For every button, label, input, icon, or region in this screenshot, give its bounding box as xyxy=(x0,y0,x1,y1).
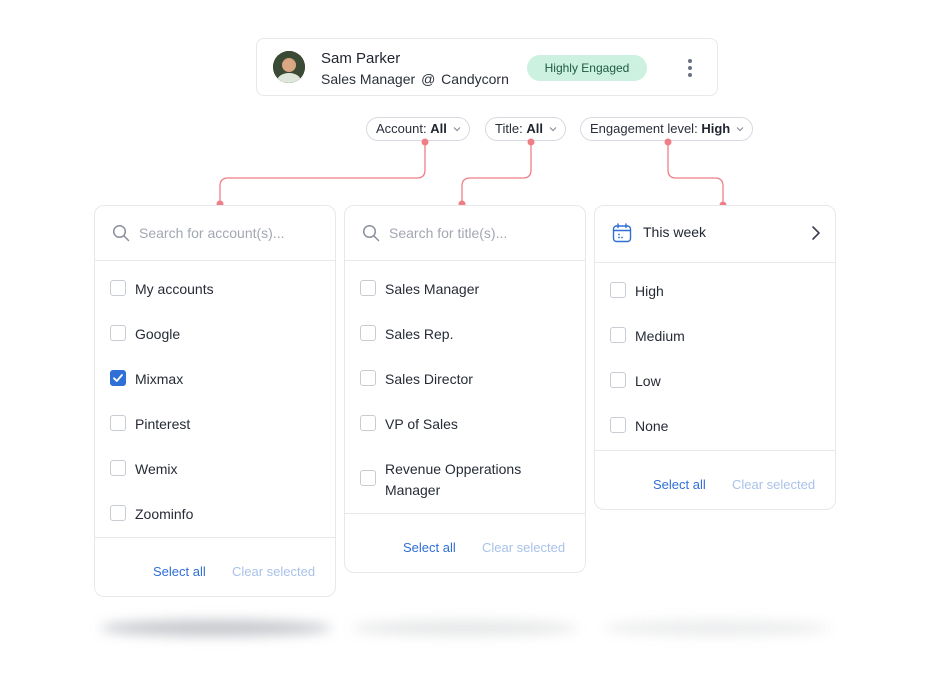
panel-shadow xyxy=(100,620,332,636)
item-label: Mixmax xyxy=(135,371,184,387)
list-item[interactable]: Low xyxy=(595,362,835,407)
item-label: Zoominfo xyxy=(135,506,194,522)
contact-name: Sam Parker xyxy=(321,50,401,67)
checkbox[interactable] xyxy=(110,325,126,341)
list-item[interactable]: High xyxy=(595,272,835,317)
checkbox[interactable] xyxy=(360,280,376,296)
list-item[interactable]: Sales Manager xyxy=(345,270,585,315)
account-search-input[interactable] xyxy=(139,220,319,246)
select-all-link[interactable]: Select all xyxy=(403,540,456,555)
panel-footer: Select all Clear selected xyxy=(595,450,835,509)
account-list: My accounts Google Mixmax Pinterest Wemi… xyxy=(95,261,335,540)
clear-selected-link[interactable]: Clear selected xyxy=(482,540,565,555)
chip-value: All xyxy=(526,121,543,136)
account-filter-chip[interactable]: Account: All xyxy=(366,117,470,141)
check-icon xyxy=(113,374,123,382)
search-icon xyxy=(112,224,130,242)
panel-footer: Select all Clear selected xyxy=(345,513,585,572)
list-item[interactable]: Wemix xyxy=(95,450,335,495)
item-label: Google xyxy=(135,326,181,342)
checkbox[interactable] xyxy=(110,280,126,296)
checkbox-checked[interactable] xyxy=(110,370,126,386)
calendar-icon xyxy=(612,223,632,243)
checkbox[interactable] xyxy=(610,417,626,433)
item-label: None xyxy=(635,418,669,434)
list-item[interactable]: Revenue Opperations Manager xyxy=(345,450,585,513)
avatar-image xyxy=(273,51,305,83)
engagement-badge: Highly Engaged xyxy=(527,55,647,81)
item-label: Sales Rep. xyxy=(385,326,454,342)
list-item[interactable]: Mixmax xyxy=(95,360,335,405)
checkbox[interactable] xyxy=(610,282,626,298)
role-title: Sales Manager xyxy=(321,71,416,87)
item-label: Pinterest xyxy=(135,416,191,432)
list-item[interactable]: Google xyxy=(95,315,335,360)
chip-label: Engagement level: xyxy=(590,121,698,136)
checkbox[interactable] xyxy=(360,325,376,341)
account-search-bar xyxy=(95,206,335,261)
item-label: Sales Director xyxy=(385,371,473,387)
checkbox[interactable] xyxy=(360,370,376,386)
checkbox[interactable] xyxy=(610,372,626,388)
chip-value: All xyxy=(430,121,447,136)
item-label: Medium xyxy=(635,328,685,344)
checkbox[interactable] xyxy=(110,460,126,476)
chevron-down-icon xyxy=(736,127,744,132)
list-item[interactable]: VP of Sales xyxy=(345,405,585,450)
list-item[interactable]: Sales Rep. xyxy=(345,315,585,360)
clear-selected-link[interactable]: Clear selected xyxy=(732,477,815,492)
engagement-filter-chip[interactable]: Engagement level: High xyxy=(580,117,754,141)
checkbox[interactable] xyxy=(110,415,126,431)
chip-label: Title: xyxy=(495,121,523,136)
list-item[interactable]: Zoominfo xyxy=(95,495,335,540)
engagement-filter-panel: This week High Medium Low None Select al… xyxy=(594,205,836,510)
engagement-list: High Medium Low None xyxy=(595,263,835,452)
company-name: Candycorn xyxy=(441,71,509,87)
checkbox[interactable] xyxy=(110,505,126,521)
chevron-down-icon xyxy=(453,127,461,132)
list-item[interactable]: None xyxy=(595,407,835,452)
chevron-right-icon[interactable] xyxy=(811,225,821,241)
list-item[interactable]: Pinterest xyxy=(95,405,335,450)
list-item[interactable]: My accounts xyxy=(95,270,335,315)
checkbox[interactable] xyxy=(360,415,376,431)
select-all-link[interactable]: Select all xyxy=(153,564,206,579)
item-label: Revenue Opperations Manager xyxy=(385,461,522,498)
chevron-down-icon xyxy=(549,127,557,132)
clear-selected-link[interactable]: Clear selected xyxy=(232,564,315,579)
item-label: Wemix xyxy=(135,461,178,477)
more-options-icon[interactable] xyxy=(683,57,697,79)
title-filter-panel: Sales Manager Sales Rep. Sales Director … xyxy=(344,205,586,573)
item-label: My accounts xyxy=(135,281,214,297)
search-icon xyxy=(362,224,380,242)
checkbox[interactable] xyxy=(360,470,376,486)
panel-shadow xyxy=(604,620,830,636)
account-filter-panel: My accounts Google Mixmax Pinterest Wemi… xyxy=(94,205,336,597)
avatar xyxy=(273,51,305,83)
date-range-picker[interactable]: This week xyxy=(595,206,835,263)
contact-card: Sam Parker Sales Manager @ Candycorn Hig… xyxy=(256,38,718,96)
title-search-bar xyxy=(345,206,585,261)
item-label: High xyxy=(635,283,664,299)
list-item[interactable]: Sales Director xyxy=(345,360,585,405)
contact-role: Sales Manager @ Candycorn xyxy=(321,71,509,87)
panel-shadow xyxy=(352,620,578,636)
title-list: Sales Manager Sales Rep. Sales Director … xyxy=(345,261,585,513)
panel-footer: Select all Clear selected xyxy=(95,537,335,596)
list-item[interactable]: Medium xyxy=(595,317,835,362)
select-all-link[interactable]: Select all xyxy=(653,477,706,492)
checkbox[interactable] xyxy=(610,327,626,343)
chip-label: Account: xyxy=(376,121,427,136)
item-label: Low xyxy=(635,373,661,389)
title-search-input[interactable] xyxy=(389,220,569,246)
item-label: VP of Sales xyxy=(385,416,458,432)
date-range-label: This week xyxy=(643,224,707,240)
title-filter-chip[interactable]: Title: All xyxy=(485,117,566,141)
chip-value: High xyxy=(701,121,731,136)
at-symbol: @ xyxy=(421,71,436,87)
item-label: Sales Manager xyxy=(385,281,480,297)
